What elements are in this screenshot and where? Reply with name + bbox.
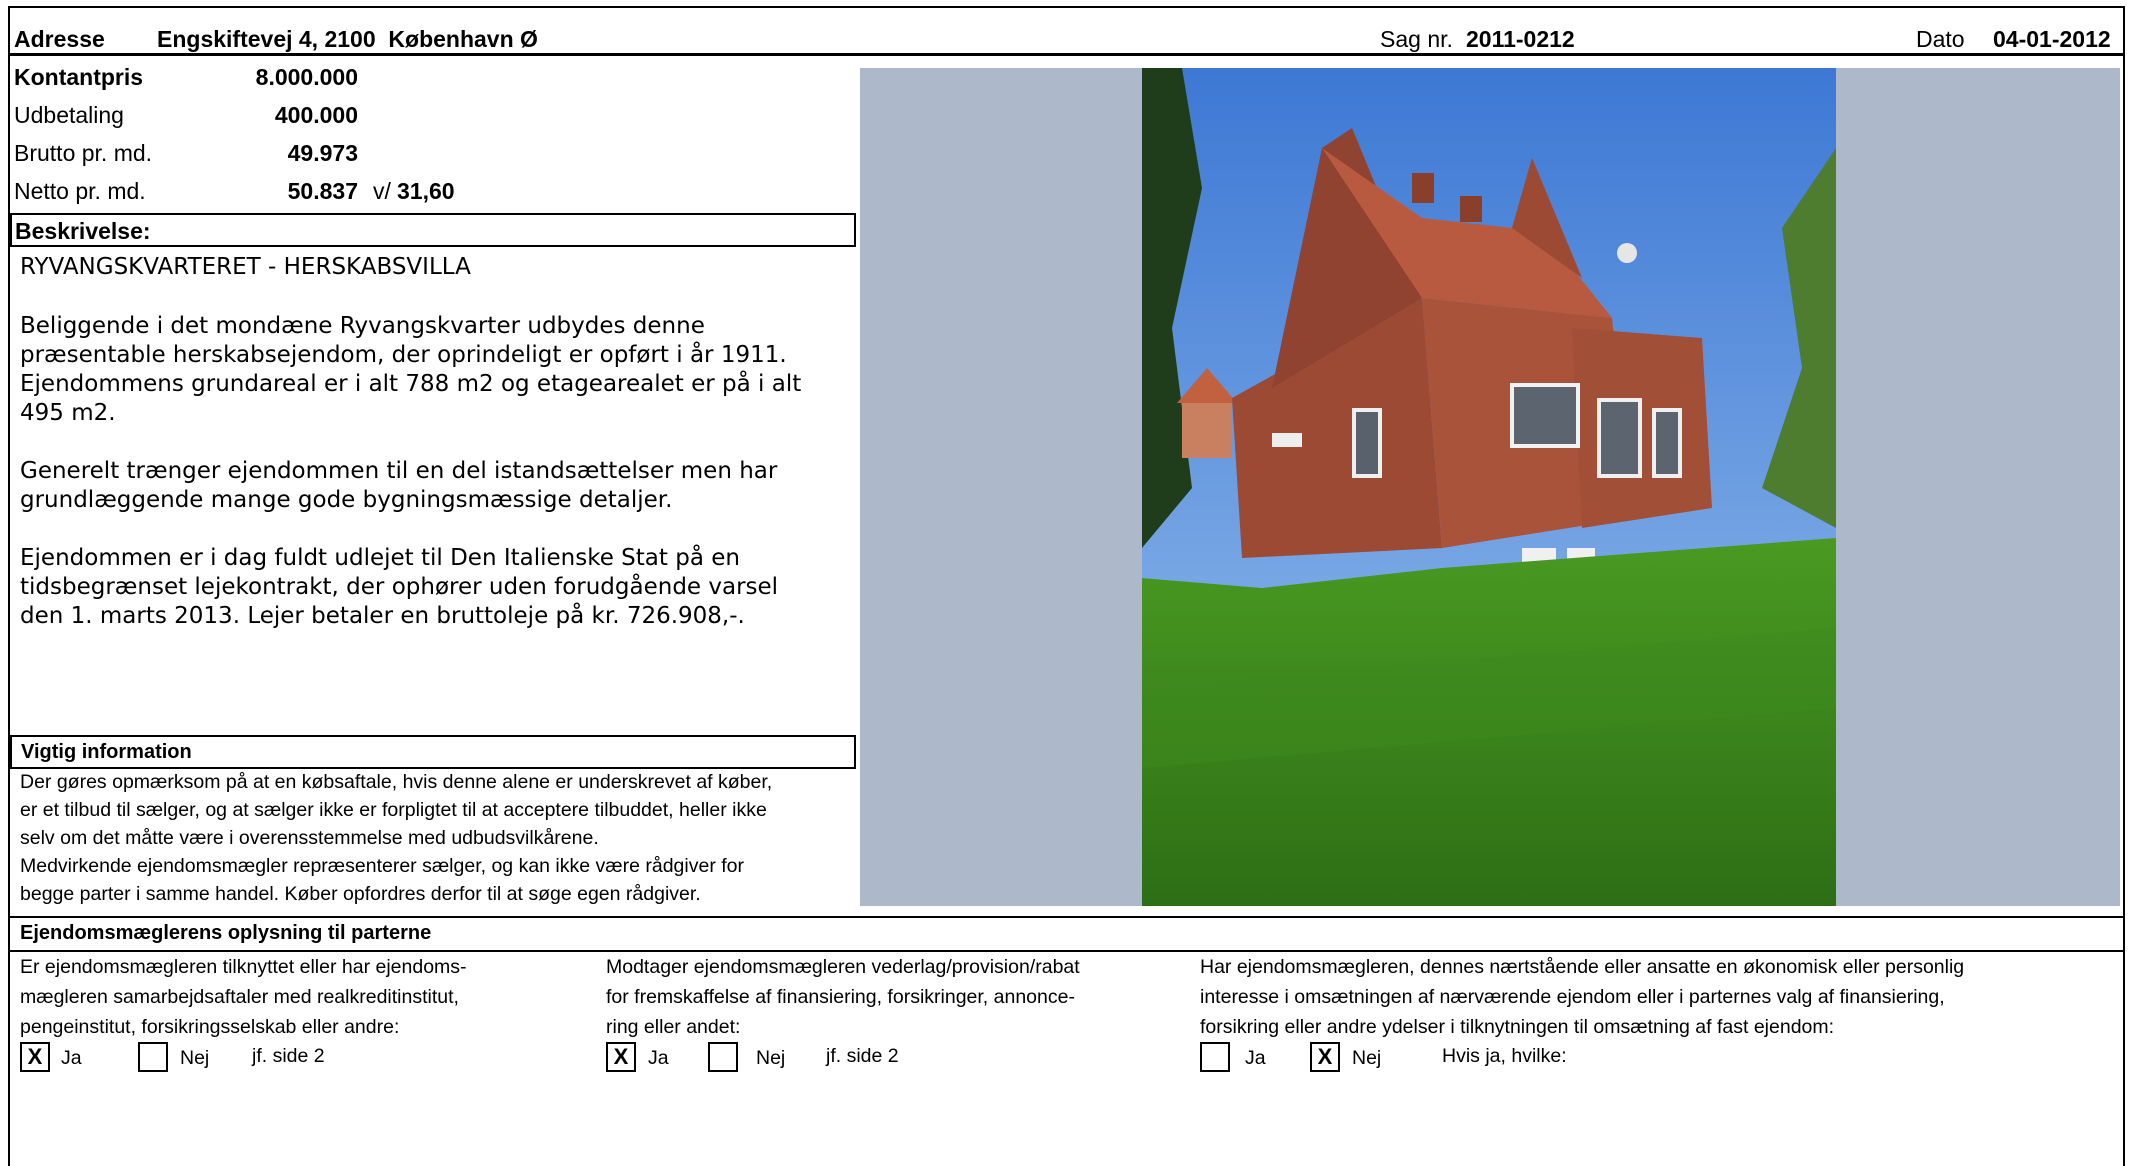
important-line: Medvirkende ejendomsmægler repræsenterer…	[20, 855, 744, 877]
broker-question-2: Modtager ejendomsmægleren vederlag/provi…	[606, 952, 1080, 1042]
q1-ja-checkbox[interactable]: X	[20, 1042, 50, 1072]
case-number: 2011-0212	[1466, 26, 1575, 52]
date-value: 04-01-2012	[1993, 26, 2111, 52]
q3-ja-checkbox[interactable]	[1200, 1042, 1230, 1072]
q1-nej-checkbox[interactable]	[138, 1042, 168, 1072]
q3-nej-label: Nej	[1352, 1047, 1382, 1069]
important-heading: Vigtig information	[21, 741, 192, 763]
q2-note: jf. side 2	[826, 1045, 899, 1067]
case-label: Sag nr.	[1380, 26, 1453, 52]
price-value-udbetaling: 400.000	[274, 102, 358, 128]
question-line: forsikring eller andre ydelser i tilknyt…	[1200, 1016, 1835, 1038]
price-label-netto: Netto pr. md.	[14, 178, 146, 204]
price-value-netto: 50.837	[287, 178, 358, 204]
important-line: Der gøres opmærksom på at en købsaftale,…	[20, 771, 773, 793]
question-line: Modtager ejendomsmægleren vederlag/provi…	[606, 956, 1080, 978]
price-label-udbetaling: Udbetaling	[14, 102, 124, 128]
important-line: er et tilbud til sælger, og at sælger ik…	[20, 799, 767, 821]
important-line: begge parter i samme handel. Køber opfor…	[20, 883, 701, 905]
broker-question-3: Har ejendomsmægleren, dennes nærtstående…	[1200, 952, 1964, 1042]
question-line: Har ejendomsmægleren, dennes nærtstående…	[1200, 956, 1965, 978]
q2-ja-checkbox[interactable]: X	[606, 1042, 636, 1072]
q1-ja-label: Ja	[61, 1047, 82, 1069]
question-line: ring eller andet:	[606, 1016, 741, 1038]
price-label-brutto: Brutto pr. md.	[14, 140, 153, 166]
netto-suffix-value: 31,60	[397, 178, 455, 204]
price-label-kontantpris: Kontantpris	[14, 64, 144, 90]
description-paragraph: Beliggende i det mondæne Ryvangskvarter …	[20, 313, 802, 426]
question-line: for fremskaffelse af finansiering, forsi…	[606, 986, 1075, 1008]
q3-ja-label: Ja	[1245, 1047, 1266, 1069]
date-label: Dato	[1916, 26, 1965, 52]
question-line: interesse i omsætningen af nærværende ej…	[1200, 986, 1945, 1008]
broker-heading: Ejendomsmæglerens oplysning til parterne	[20, 922, 432, 944]
important-heading-box: Vigtig information	[10, 735, 856, 769]
header-divider	[8, 53, 2125, 56]
q1-nej-label: Nej	[180, 1047, 210, 1069]
q2-nej-label: Nej	[756, 1047, 786, 1069]
description-heading-box: Beskrivelse:	[10, 213, 856, 247]
address-value: Engskiftevej 4, 2100 København Ø	[157, 26, 538, 52]
q1-note: jf. side 2	[252, 1045, 325, 1067]
price-value-kontantpris: 8.000.000	[255, 64, 358, 90]
q2-nej-checkbox[interactable]	[708, 1042, 738, 1072]
broker-question-1: Er ejendomsmægleren tilknyttet eller har…	[20, 952, 467, 1042]
important-line: selv om det måtte være i overensstemmels…	[20, 827, 599, 849]
q3-nej-checkbox[interactable]: X	[1310, 1042, 1340, 1072]
q3-note: Hvis ja, hvilke:	[1442, 1045, 1567, 1067]
description-paragraph: Ejendommen er i dag fuldt udlejet til De…	[20, 545, 779, 629]
address-label: Adresse	[14, 26, 105, 52]
description-paragraph: Generelt trænger ejendommen til en del i…	[20, 458, 778, 513]
important-text: Der gøres opmærksom på at en købsaftale,…	[20, 768, 860, 908]
question-line: Er ejendomsmægleren tilknyttet eller har…	[20, 956, 467, 978]
description-heading: Beskrivelse:	[15, 218, 151, 244]
question-line: mægleren samarbejdsaftaler med realkredi…	[20, 986, 459, 1008]
question-line: pengeinstitut, forsikringsselskab eller …	[20, 1016, 400, 1038]
broker-top-divider	[8, 916, 2125, 918]
description-title: RYVANGSKVARTERET - HERSKABSVILLA	[20, 254, 471, 280]
q2-ja-label: Ja	[648, 1047, 669, 1069]
house-photo	[1142, 68, 1836, 906]
netto-suffix-label: v/	[373, 178, 391, 204]
price-value-brutto: 49.973	[287, 140, 358, 166]
